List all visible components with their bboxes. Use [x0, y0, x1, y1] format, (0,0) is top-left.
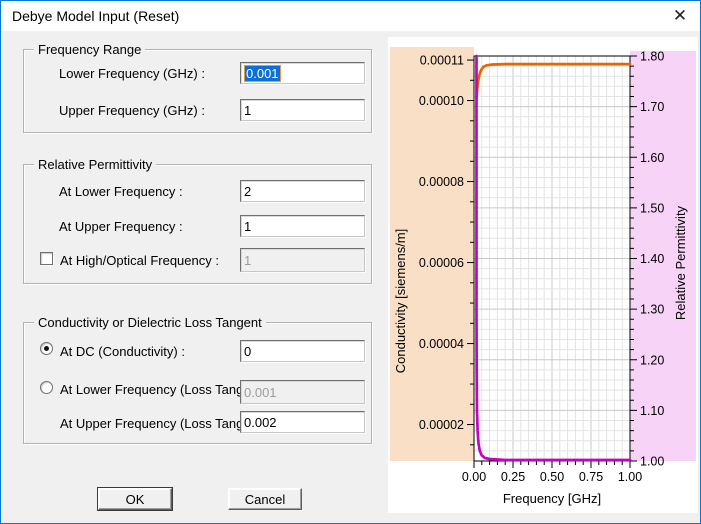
ok-button[interactable]: OK	[97, 487, 173, 511]
perm-lower-label: At Lower Frequency :	[59, 184, 183, 199]
svg-text:0.00010: 0.00010	[419, 94, 464, 108]
lower-loss-tangent-input: 0.001	[240, 380, 365, 404]
input-value: 1	[244, 218, 252, 234]
at-dc-label: At DC (Conductivity) :	[60, 344, 185, 359]
svg-text:0.25: 0.25	[501, 470, 525, 484]
svg-text:0.00: 0.00	[462, 470, 486, 484]
close-icon[interactable]: ✕	[664, 3, 696, 29]
at-dc-radio[interactable]	[40, 342, 53, 355]
svg-text:0.50: 0.50	[540, 470, 564, 484]
left-axis-title: Conductivity [siemens/m]	[393, 229, 408, 374]
upper-loss-tangent-input[interactable]: 0.002	[240, 411, 365, 433]
at-dc-input[interactable]: 0	[240, 340, 365, 362]
high-optical-label: At High/Optical Frequency :	[60, 253, 219, 268]
input-value: 1	[244, 252, 252, 268]
debye-chart-panel: 0.00002 0.00004 0.00006 0.00008 0.00010 0.000…	[388, 37, 698, 513]
input-value: 0.001	[244, 384, 277, 400]
group-title: Relative Permittivity	[34, 157, 157, 172]
svg-text:1.30: 1.30	[640, 303, 664, 317]
debye-model-dialog: Debye Model Input (Reset) ✕ Frequency Ra…	[0, 0, 701, 524]
perm-upper-input[interactable]: 1	[240, 215, 365, 237]
x-axis-title: Frequency [GHz]	[503, 491, 601, 506]
svg-text:0.75: 0.75	[579, 470, 603, 484]
upper-frequency-label: Upper Frequency (GHz) :	[59, 103, 205, 118]
svg-text:1.80: 1.80	[640, 50, 664, 64]
svg-text:1.50: 1.50	[640, 201, 664, 215]
upper-frequency-input[interactable]: 1	[240, 99, 365, 121]
svg-text:1.70: 1.70	[640, 100, 664, 114]
lower-loss-tangent-radio[interactable]	[40, 381, 53, 394]
title-bar[interactable]: Debye Model Input (Reset) ✕	[1, 1, 700, 31]
high-optical-checkbox[interactable]	[40, 252, 53, 265]
svg-text:1.40: 1.40	[640, 252, 664, 266]
group-title: Frequency Range	[34, 42, 146, 57]
svg-text:0.00006: 0.00006	[419, 256, 464, 270]
perm-lower-input[interactable]: 2	[240, 180, 365, 202]
selected-text: 0.001	[244, 64, 281, 82]
input-value: 0	[244, 343, 252, 359]
high-optical-input: 1	[240, 248, 365, 272]
svg-text:1.20: 1.20	[640, 353, 664, 367]
group-title: Conductivity or Dielectric Loss Tangent	[34, 315, 266, 330]
radio-dot	[44, 346, 49, 351]
input-value: 1	[244, 102, 252, 118]
input-value: 2	[244, 183, 252, 199]
svg-text:1.60: 1.60	[640, 151, 664, 165]
svg-text:1.00: 1.00	[618, 470, 642, 484]
svg-text:0.00002: 0.00002	[419, 418, 464, 432]
dialog-title: Debye Model Input (Reset)	[12, 8, 180, 24]
debye-chart: 0.000020.000040.000060.000080.000100.000…	[390, 47, 696, 506]
perm-upper-label: At Upper Frequency :	[59, 219, 183, 234]
svg-text:0.00004: 0.00004	[419, 337, 464, 351]
svg-text:0.00008: 0.00008	[419, 175, 464, 189]
input-value: 0.002	[244, 414, 277, 430]
svg-text:0.00011: 0.00011	[420, 54, 464, 68]
right-axis-title: Relative Permittivity	[673, 205, 688, 320]
lower-frequency-input[interactable]: 0.001	[240, 62, 365, 84]
svg-text:1.00: 1.00	[640, 455, 664, 469]
cancel-button[interactable]: Cancel	[228, 488, 302, 510]
grid	[474, 56, 630, 461]
x-axis-ticks: 0.00 0.25 0.50 0.75 1.00	[462, 461, 642, 484]
lower-frequency-label: Lower Frequency (GHz) :	[59, 66, 205, 81]
svg-text:1.10: 1.10	[640, 404, 664, 418]
